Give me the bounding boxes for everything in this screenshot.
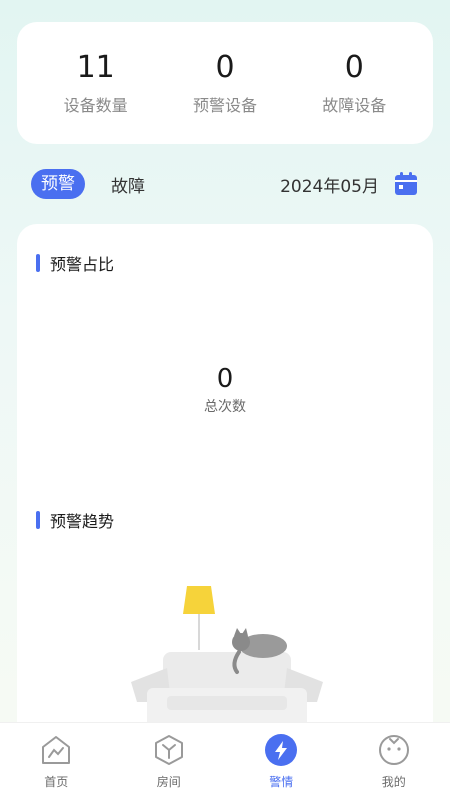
ratio-section-title: 预警占比: [36, 251, 114, 275]
tab-alert[interactable]: 警情: [225, 723, 338, 800]
profile-icon: [378, 735, 409, 765]
ratio-title-text: 预警占比: [50, 255, 115, 274]
stat-value: 0: [344, 50, 364, 85]
tab-profile[interactable]: 我的: [338, 723, 450, 800]
tab-room[interactable]: 房间: [113, 723, 226, 800]
filter-row: 预警 故障 2024年05月: [31, 168, 419, 200]
empty-state-illustration: [131, 586, 323, 728]
tab-fault[interactable]: 故障: [111, 172, 145, 197]
tab-home[interactable]: 首页: [0, 723, 113, 800]
stat-label: 设备数量: [63, 96, 128, 115]
stat-value: 11: [76, 50, 115, 85]
tab-label: 警情: [269, 775, 294, 789]
tab-label: 我的: [381, 775, 406, 789]
warning-card: 预警占比 0 总次数 预警趋势: [17, 224, 433, 784]
total-label: 总次数: [204, 399, 246, 415]
home-icon: [42, 736, 71, 764]
title-accent-bar: [36, 511, 40, 529]
total-count: 0 总次数: [17, 364, 433, 416]
trend-section-title: 预警趋势: [36, 508, 114, 532]
title-accent-bar: [36, 254, 40, 272]
tab-warning[interactable]: 预警: [31, 169, 85, 199]
stat-label: 预警设备: [192, 96, 257, 115]
stat-device-count[interactable]: 11 设备数量: [36, 50, 156, 116]
room-icon: [154, 735, 183, 765]
bottom-tab-bar: 首页 房间 警情 我的: [0, 722, 450, 800]
month-selector[interactable]: 2024年05月: [280, 172, 379, 197]
stat-warning-devices[interactable]: 0 预警设备: [165, 50, 285, 116]
tab-label: 首页: [44, 775, 69, 789]
calendar-icon[interactable]: [393, 171, 419, 197]
trend-title-text: 预警趋势: [50, 512, 115, 531]
stat-fault-devices[interactable]: 0 故障设备: [294, 50, 414, 116]
stat-value: 0: [215, 50, 235, 85]
stats-card: 11 设备数量 0 预警设备 0 故障设备: [17, 22, 433, 144]
alert-icon: [265, 734, 298, 766]
total-value: 0: [216, 364, 234, 394]
stat-label: 故障设备: [322, 96, 387, 115]
tab-label: 房间: [156, 775, 181, 789]
